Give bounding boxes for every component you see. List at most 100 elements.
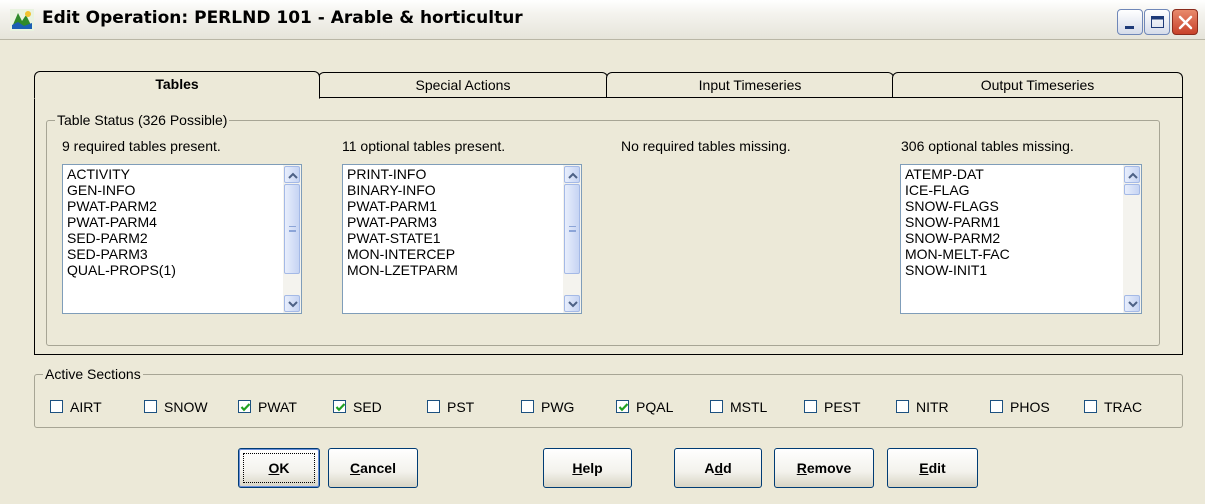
section-label: NITR: [916, 399, 949, 415]
remove-label: emove: [806, 460, 852, 476]
help-label: elp: [582, 460, 603, 476]
optional-missing-scrollbar[interactable]: [1123, 165, 1141, 313]
edit-label: dit: [928, 460, 946, 476]
add-label: d: [723, 460, 732, 476]
table-status-legend: Table Status (326 Possible): [55, 112, 230, 128]
optional-table-item[interactable]: PWAT-PARM3: [347, 214, 581, 230]
required-present-scrollbar[interactable]: [283, 165, 301, 313]
minimize-icon: [1125, 26, 1134, 29]
optional-table-item[interactable]: MON-LZETPARM: [347, 262, 581, 278]
missing-table-item[interactable]: SNOW-INIT1: [905, 262, 1141, 278]
cancel-mnemonic: C: [350, 460, 361, 476]
optional-missing-list[interactable]: ATEMP-DAT ICE-FLAG SNOW-FLAGS SNOW-PARM1 SNO…: [900, 164, 1142, 314]
add-button[interactable]: Add: [674, 448, 762, 488]
checkbox-box[interactable]: [896, 400, 909, 413]
remove-mnemonic: R: [796, 460, 807, 476]
checkmark-icon: [240, 403, 251, 412]
tab-output-timeseries[interactable]: Output Timeseries: [892, 72, 1183, 98]
section-label: PST: [447, 399, 475, 415]
optional-table-item[interactable]: MON-INTERCEP: [347, 246, 581, 262]
optional-table-item[interactable]: PWAT-PARM1: [347, 198, 581, 214]
required-table-item[interactable]: SED-PARM3: [67, 246, 301, 262]
help-mnemonic: H: [572, 460, 583, 476]
scroll-up-button[interactable]: [564, 166, 580, 183]
required-present-list[interactable]: ACTIVITY GEN-INFO PWAT-PARM2 PWAT-PARM4 SED-…: [62, 164, 302, 314]
close-button[interactable]: [1172, 9, 1198, 35]
remove-button[interactable]: Remove: [774, 448, 874, 488]
section-label: SED: [353, 399, 382, 415]
close-icon: [1178, 15, 1193, 30]
ok-button[interactable]: OK: [238, 448, 320, 488]
help-button[interactable]: Help: [543, 448, 632, 488]
cancel-label: ancel: [360, 460, 396, 476]
missing-table-item[interactable]: SNOW-PARM2: [905, 230, 1141, 246]
scroll-down-button[interactable]: [564, 295, 580, 312]
title-bar[interactable]: Edit Operation: PERLND 101 - Arable & ho…: [0, 0, 1205, 40]
chevron-up-icon: [568, 172, 578, 179]
section-label: PHOS: [1010, 399, 1050, 415]
tab-special-actions[interactable]: Special Actions: [318, 72, 608, 98]
optional-present-list[interactable]: PRINT-INFO BINARY-INFO PWAT-PARM1 PWAT-PARM…: [342, 164, 582, 314]
missing-table-item[interactable]: ATEMP-DAT: [905, 166, 1141, 182]
chevron-down-icon: [1128, 301, 1138, 308]
edit-button[interactable]: Edit: [887, 448, 978, 488]
chevron-down-icon: [288, 301, 298, 308]
checkbox-box[interactable]: [521, 400, 534, 413]
optional-table-item[interactable]: PRINT-INFO: [347, 166, 581, 182]
maximize-button[interactable]: [1144, 9, 1170, 35]
optional-table-item[interactable]: BINARY-INFO: [347, 182, 581, 198]
required-missing-label: No required tables missing.: [621, 138, 791, 154]
checkbox-box[interactable]: [616, 400, 629, 413]
checkbox-box[interactable]: [238, 400, 251, 413]
required-table-item[interactable]: SED-PARM2: [67, 230, 301, 246]
optional-table-item[interactable]: PWAT-STATE1: [347, 230, 581, 246]
missing-table-item[interactable]: MON-MELT-FAC: [905, 246, 1141, 262]
maximize-icon: [1151, 16, 1164, 28]
optional-missing-label: 306 optional tables missing.: [901, 138, 1074, 154]
section-label: TRAC: [1104, 399, 1143, 415]
minimize-button[interactable]: [1117, 9, 1143, 35]
checkbox-box[interactable]: [333, 400, 346, 413]
chevron-up-icon: [288, 172, 298, 179]
checkbox-box[interactable]: [1084, 400, 1097, 413]
section-label: PEST: [824, 399, 861, 415]
scroll-thumb[interactable]: [564, 184, 580, 274]
checkbox-box[interactable]: [804, 400, 817, 413]
checkbox-box[interactable]: [144, 400, 157, 413]
add-mnemonic: d: [714, 460, 724, 476]
section-label: SNOW: [164, 399, 208, 415]
required-present-label: 9 required tables present.: [62, 138, 221, 154]
checkbox-box[interactable]: [427, 400, 440, 413]
chevron-down-icon: [568, 301, 578, 308]
required-table-item[interactable]: PWAT-PARM4: [67, 214, 301, 230]
tab-tables[interactable]: Tables: [34, 71, 320, 99]
scroll-up-button[interactable]: [1124, 166, 1140, 183]
checkbox-box[interactable]: [710, 400, 723, 413]
missing-table-item[interactable]: SNOW-PARM1: [905, 214, 1141, 230]
section-label: PWAT: [258, 399, 297, 415]
tab-input-timeseries[interactable]: Input Timeseries: [606, 72, 894, 98]
scroll-down-button[interactable]: [1124, 295, 1140, 312]
missing-table-item[interactable]: ICE-FLAG: [905, 182, 1141, 198]
required-table-item[interactable]: PWAT-PARM2: [67, 198, 301, 214]
checkmark-icon: [618, 403, 629, 412]
scroll-thumb[interactable]: [1124, 184, 1140, 195]
required-table-item[interactable]: QUAL-PROPS(1): [67, 262, 301, 278]
checkbox-box[interactable]: [50, 400, 63, 413]
checkmark-icon: [335, 403, 346, 412]
scroll-thumb[interactable]: [284, 184, 300, 274]
optional-present-label: 11 optional tables present.: [342, 138, 506, 154]
required-table-item[interactable]: ACTIVITY: [67, 166, 301, 182]
scroll-down-button[interactable]: [284, 295, 300, 312]
checkbox-box[interactable]: [990, 400, 1003, 413]
section-label: AIRT: [70, 399, 102, 415]
section-label: PWG: [541, 399, 575, 415]
focus-rectangle: [243, 453, 315, 483]
optional-present-scrollbar[interactable]: [563, 165, 581, 313]
scroll-up-button[interactable]: [284, 166, 300, 183]
add-label-pre: A: [704, 460, 715, 476]
required-table-item[interactable]: GEN-INFO: [67, 182, 301, 198]
edit-mnemonic: E: [919, 460, 929, 476]
cancel-button[interactable]: Cancel: [328, 448, 418, 488]
missing-table-item[interactable]: SNOW-FLAGS: [905, 198, 1141, 214]
